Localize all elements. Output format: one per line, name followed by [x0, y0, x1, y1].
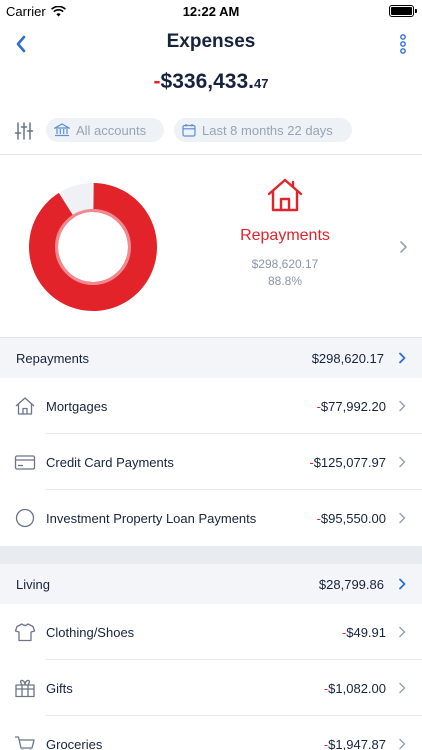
list-item-label: Investment Property Loan Payments [46, 510, 257, 526]
total-whole: $336,433. [160, 70, 254, 93]
filter-row: All accounts Last 8 months 22 days [0, 118, 422, 144]
nav-bar: Expenses [0, 22, 422, 66]
amount-value: $77,992.20 [320, 398, 386, 414]
list-item-groceries[interactable]: Groceries -$1,947.87 [0, 716, 422, 750]
house-icon [267, 178, 303, 212]
chevron-right-icon [399, 578, 406, 590]
section-label: Repayments [16, 350, 89, 366]
chevron-right-icon [399, 400, 406, 412]
list-item-mortgages[interactable]: Mortgages -$77,992.20 [0, 378, 422, 434]
list-item-investment-property-loan-payments[interactable]: Investment Property Loan Payments -$95,5… [0, 490, 422, 546]
date-range-filter-label: Last 8 months 22 days [202, 122, 333, 138]
section-header-living[interactable]: Living $28,799.86 [0, 564, 422, 604]
date-range-filter-chip[interactable]: Last 8 months 22 days [174, 118, 352, 142]
section-label: Living [16, 576, 50, 592]
more-options-button[interactable] [396, 32, 410, 56]
list-item-label: Clothing/Shoes [46, 624, 135, 640]
expenses-donut-chart[interactable] [28, 182, 158, 312]
chevron-right-icon[interactable] [398, 240, 408, 254]
amount-value: $95,550.00 [320, 510, 386, 526]
accounts-filter-label: All accounts [76, 122, 147, 138]
list-item-amount: -$77,992.20 [317, 399, 386, 414]
section-amount: $298,620.17 [311, 350, 384, 366]
gift-icon [15, 679, 35, 698]
total-cents: 47 [253, 76, 269, 91]
donut-inner-highlight-ring [55, 209, 131, 285]
accounts-filter-chip[interactable]: All accounts [46, 118, 164, 142]
filter-sliders-icon[interactable] [14, 121, 34, 141]
list-item-credit-card-payments[interactable]: Credit Card Payments -$125,077.97 [0, 434, 422, 490]
list-item-label: Gifts [46, 680, 73, 696]
list-item-amount: -$49.91 [342, 625, 386, 640]
featured-category-title: Repayments [240, 227, 330, 244]
featured-category[interactable]: Repayments $298,620.17 88.8% [225, 178, 345, 288]
status-time: 12:22 AM [182, 4, 240, 19]
bank-icon [54, 123, 70, 137]
chevron-right-icon [399, 682, 406, 694]
list-item-amount: -$95,550.00 [317, 511, 386, 526]
status-bar: Carrier 12:22 AM [0, 0, 422, 22]
amount-value: $1,082.00 [328, 680, 386, 696]
section-header-repayments[interactable]: Repayments $298,620.17 [0, 338, 422, 378]
chevron-right-icon [399, 738, 406, 750]
chevron-right-icon [399, 626, 406, 638]
house-icon [15, 397, 35, 415]
featured-category-percent: 88.8% [267, 274, 303, 288]
list-item-clothing-shoes[interactable]: Clothing/Shoes -$49.91 [0, 604, 422, 660]
chevron-right-icon [399, 456, 406, 468]
section-gap [0, 546, 422, 564]
list-item-gifts[interactable]: Gifts -$1,082.00 [0, 660, 422, 716]
featured-category-amount: $298,620.17 [251, 257, 319, 271]
chevron-right-icon [399, 512, 406, 524]
list-item-label: Groceries [46, 736, 103, 750]
chevron-right-icon [399, 352, 406, 364]
circle-icon [15, 508, 35, 528]
list-item-amount: -$1,082.00 [324, 681, 386, 696]
more-vertical-icon [400, 34, 406, 54]
shopping-cart-icon [14, 736, 35, 750]
divider [0, 154, 422, 155]
list-item-label: Credit Card Payments [46, 454, 174, 470]
shirt-icon [14, 623, 36, 642]
amount-value: $125,077.97 [313, 454, 386, 470]
battery-icon [389, 5, 417, 17]
total-sign: - [153, 70, 161, 93]
amount-value: $49.91 [346, 624, 386, 640]
list-item-amount: -$125,077.97 [309, 455, 386, 470]
page-title: Expenses [166, 31, 256, 52]
credit-card-icon [14, 455, 36, 470]
section-amount: $28,799.86 [318, 576, 384, 592]
calendar-icon [182, 124, 196, 137]
donut-slice-repayments[interactable] [29, 183, 158, 311]
list-item-amount: -$1,947.87 [324, 737, 386, 750]
total-expenses: -$336,433.47 [0, 70, 422, 94]
amount-value: $1,947.87 [328, 736, 386, 750]
list-item-label: Mortgages [46, 398, 108, 414]
